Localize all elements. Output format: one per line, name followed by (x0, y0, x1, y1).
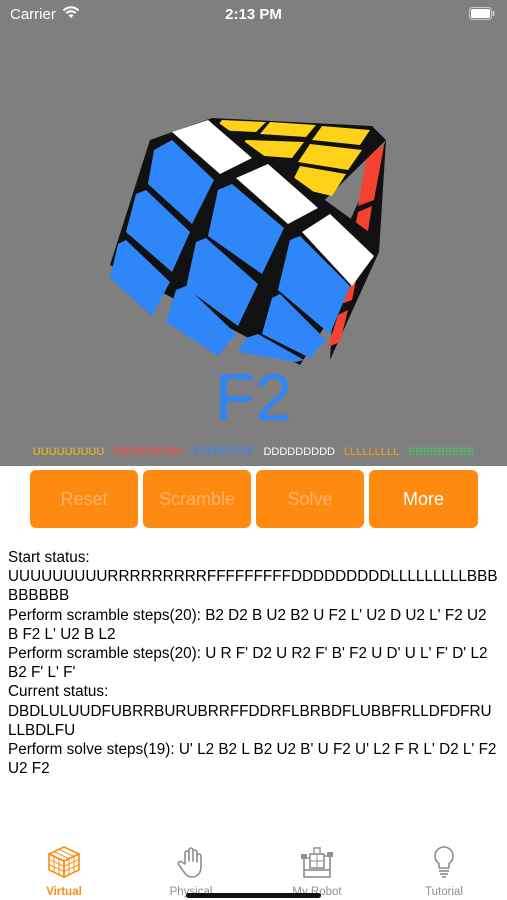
face-l-string: LLLLLLLLL (344, 446, 400, 458)
tab-bar: Virtual Physical My Robot Tutorial (0, 840, 507, 900)
face-u-string: UUUUUUUUU (32, 446, 105, 458)
face-r-string: RRRRRRRRR (113, 446, 185, 458)
solve-button[interactable]: Solve (256, 470, 364, 528)
tab-my-robot[interactable]: My Robot (267, 844, 367, 898)
face-f-string: FFFFFFFFF (193, 446, 255, 458)
log-line: Current status: (8, 683, 109, 701)
tab-virtual[interactable]: Virtual (14, 844, 114, 898)
face-state-strip: UUUUUUUUU RRRRRRRRR FFFFFFFFF DDDDDDDDD … (0, 446, 507, 458)
face-d-string: DDDDDDDDD (263, 446, 335, 458)
tab-tutorial-label: Tutorial (425, 886, 463, 898)
tab-tutorial[interactable]: Tutorial (394, 844, 494, 898)
log-line: Perform solve steps(19): U' L2 B2 L B2 U… (8, 741, 497, 778)
scramble-button[interactable]: Scramble (143, 470, 251, 528)
log-line: Perform scramble steps(20): U R F' D2 U … (8, 645, 488, 682)
tab-physical[interactable]: Physical (141, 844, 241, 898)
current-move-label: F2 (214, 360, 293, 434)
solver-log: Start status: UUUUUUUUURRRRRRRRRFFFFFFFF… (8, 548, 500, 778)
action-button-row: Reset Scramble Solve More (30, 470, 478, 528)
lightbulb-icon (434, 846, 454, 878)
reset-button[interactable]: Reset (30, 470, 138, 528)
home-indicator (186, 893, 321, 898)
log-line: DBDLULUUDFUBRRBURUBRRFFDDRFLBRBDFLUBBFRL… (8, 702, 492, 739)
tab-virtual-label: Virtual (46, 886, 82, 898)
log-line: Start status: (8, 549, 90, 566)
more-button[interactable]: More (369, 470, 478, 528)
robot-icon (301, 847, 333, 878)
hand-icon (177, 847, 202, 878)
cube-icon (47, 846, 81, 879)
log-line: Perform scramble steps(20): B2 D2 B U2 B… (8, 606, 487, 643)
log-line: UUUUUUUUURRRRRRRRRFFFFFFFFFDDDDDDDDDLLLL… (8, 568, 498, 605)
face-b-string: BBBBBBBBB (408, 446, 475, 458)
cube-viewport[interactable]: Carrier 2:13 PM F2 UUUUUUUUU RRRRRRRRR F… (0, 0, 507, 466)
